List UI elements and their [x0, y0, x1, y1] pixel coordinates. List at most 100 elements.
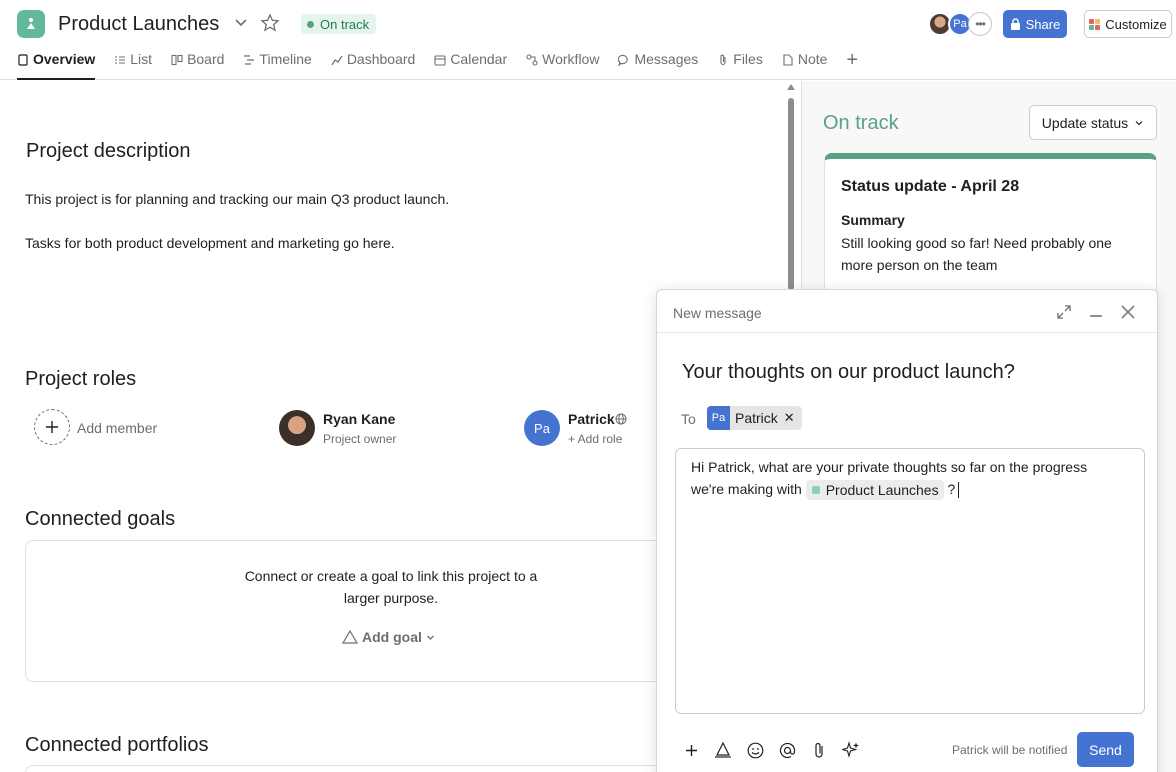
tab-label: Note	[797, 51, 828, 67]
minimize-icon[interactable]	[1087, 303, 1105, 321]
update-status-label: Update status	[1041, 114, 1129, 131]
section-heading-roles: Project roles	[25, 368, 137, 390]
scroll-up-arrow-icon[interactable]	[787, 84, 795, 90]
tab-files[interactable]: Files	[717, 51, 782, 80]
status-summary-label: Summary	[841, 212, 905, 228]
chevron-down-icon[interactable]	[233, 14, 249, 30]
section-heading-goals: Connected goals	[25, 508, 176, 530]
tab-label: Board	[187, 51, 225, 67]
connected-goals-card	[25, 540, 685, 682]
list-icon	[115, 56, 126, 64]
status-badge-label: On track	[320, 16, 370, 32]
add-role-link[interactable]: + Add role	[568, 432, 622, 446]
tab-label: Calendar	[450, 51, 508, 67]
remove-recipient-icon[interactable]: ✕	[784, 410, 802, 426]
send-button[interactable]: Send	[1077, 732, 1134, 767]
status-badge[interactable]: On track	[301, 14, 377, 34]
tab-timeline[interactable]: Timeline	[243, 51, 330, 80]
message-body-text[interactable]: Hi Patrick, what are your private though…	[691, 456, 1111, 501]
goal-triangle-icon	[342, 630, 358, 644]
role-person-name[interactable]: Ryan Kane	[323, 411, 395, 427]
project-header: Product Launches On track Pa ••• Share C…	[0, 0, 1176, 80]
section-heading-portfolios: Connected portfolios	[25, 734, 209, 756]
calendar-icon	[434, 55, 446, 66]
project-icon[interactable]	[17, 10, 45, 38]
tab-calendar[interactable]: Calendar	[434, 51, 526, 80]
add-tab-icon[interactable]: +	[846, 50, 858, 80]
add-member-button[interactable]	[34, 409, 70, 445]
share-button-label: Share	[1025, 16, 1061, 32]
section-heading-description: Project description	[26, 140, 191, 162]
message-subject[interactable]: Your thoughts on our product launch?	[682, 361, 1015, 384]
avatar[interactable]	[279, 410, 315, 446]
description-text[interactable]: Tasks for both product development and m…	[25, 235, 395, 251]
composer-toolbar	[681, 740, 861, 760]
tab-board[interactable]: Board	[171, 51, 243, 80]
project-title[interactable]: Product Launches	[58, 13, 219, 36]
tab-workflow[interactable]: Workflow	[526, 51, 618, 80]
chevron-down-icon	[426, 635, 434, 640]
customize-icon	[1089, 18, 1101, 30]
tab-list[interactable]: List	[114, 51, 171, 80]
globe-icon	[615, 413, 627, 425]
role-title: Project owner	[323, 432, 397, 446]
customize-button[interactable]: Customize	[1084, 10, 1172, 38]
avatar: Pa	[707, 406, 730, 430]
tab-label: Timeline	[259, 51, 312, 67]
tab-label: Messages	[634, 51, 699, 67]
dashboard-icon	[331, 55, 343, 66]
status-update-title: Status update - April 28	[841, 178, 1020, 195]
document-icon	[18, 54, 28, 66]
body-text-end: ?	[947, 481, 956, 497]
star-icon[interactable]	[260, 13, 280, 33]
customize-button-label: Customize	[1105, 16, 1167, 32]
add-goal-button[interactable]: Add goal	[342, 629, 435, 645]
share-button[interactable]: Share	[1003, 10, 1067, 38]
chevron-down-icon	[1135, 120, 1143, 125]
update-status-button[interactable]: Update status	[1029, 105, 1157, 140]
ai-sparkle-icon[interactable]	[841, 740, 861, 760]
project-status-heading: On track	[823, 112, 899, 134]
role-person-name[interactable]: Patrick	[568, 411, 615, 427]
lock-icon	[1010, 18, 1020, 30]
new-message-dialog: New message Your thoughts on our product…	[656, 289, 1158, 772]
scrollbar[interactable]	[788, 98, 794, 290]
tab-label: List	[130, 51, 153, 67]
note-icon	[783, 54, 793, 66]
project-mention-chip[interactable]: Product Launches	[805, 480, 944, 501]
tab-messages[interactable]: Messages	[618, 51, 717, 80]
paperclip-icon	[720, 54, 726, 66]
tab-overview[interactable]: Overview	[17, 51, 96, 80]
recipient-name: Patrick	[735, 410, 778, 426]
description-text[interactable]: This project is for planning and trackin…	[25, 191, 449, 207]
avatar[interactable]: Pa	[524, 410, 560, 446]
board-icon	[171, 54, 183, 66]
connected-portfolios-card	[25, 765, 685, 772]
add-goal-label: Add goal	[362, 629, 422, 645]
workflow-icon	[526, 54, 538, 66]
text-format-icon[interactable]	[713, 740, 733, 760]
paperclip-icon[interactable]	[809, 740, 829, 760]
message-icon	[618, 54, 629, 66]
recipient-chip[interactable]: Pa Patrick ✕	[707, 406, 802, 430]
more-members-icon[interactable]: •••	[968, 12, 992, 36]
expand-icon[interactable]	[1055, 303, 1073, 321]
composer-header: New message	[657, 290, 1157, 333]
tab-dashboard[interactable]: Dashboard	[331, 51, 435, 80]
rocket-icon	[27, 18, 35, 29]
status-dot-icon	[307, 20, 314, 28]
tab-label: Overview	[33, 51, 96, 67]
mention-icon[interactable]	[777, 740, 797, 760]
close-icon[interactable]	[1119, 303, 1137, 321]
tab-label: Workflow	[542, 51, 600, 67]
emoji-icon[interactable]	[745, 740, 765, 760]
project-tabs: Overview List Board Timeline Dashboard C…	[17, 50, 858, 80]
avatar-initials: Pa	[953, 18, 967, 30]
add-member-label[interactable]: Add member	[77, 420, 157, 436]
tab-note[interactable]: Note	[782, 51, 847, 80]
plus-icon[interactable]	[681, 740, 701, 760]
tab-label: Dashboard	[346, 51, 416, 67]
avatar-initials: Pa	[534, 420, 550, 436]
project-color-icon	[811, 486, 820, 495]
members-avatars[interactable]: Pa •••	[928, 12, 992, 36]
